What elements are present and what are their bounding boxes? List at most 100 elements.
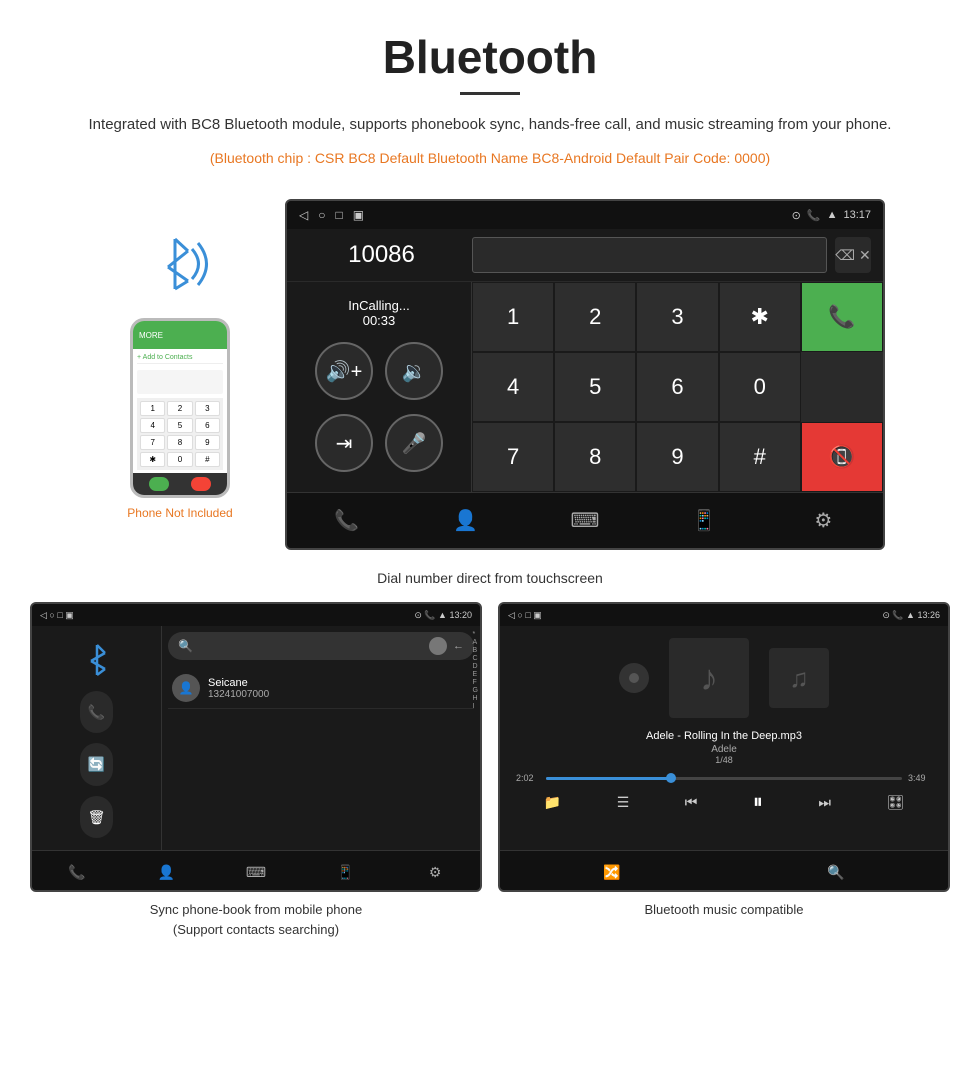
prev-icon[interactable]: ⏮ [685, 794, 698, 811]
pb-delete-icon[interactable]: 🗑 [80, 796, 114, 839]
folder-icon[interactable]: 📁 [544, 794, 561, 811]
phonebook-content: 📞 🔄 🗑 🔍 [32, 626, 480, 850]
location-icon: ⊙ [792, 209, 801, 222]
music-status-right: ⊙ 📞 ▲ 13:26 [882, 610, 940, 621]
key-hash[interactable]: # [719, 422, 801, 492]
album-art-main: ♪ [669, 638, 749, 718]
progress-dot [666, 773, 676, 783]
transfer-button[interactable]: ⇥ [315, 414, 373, 472]
phonebook-sidebar: 📞 🔄 🗑 [32, 626, 162, 850]
pb-status-right: ⊙ 📞 ▲ 13:20 [414, 610, 472, 621]
pb-back-icon: ← [453, 640, 464, 652]
key-3[interactable]: 3 [636, 282, 718, 352]
end-call-icon: 📵 [828, 444, 855, 470]
bluetooth-icon [150, 229, 210, 308]
phone-bottom-bar [133, 473, 227, 495]
call-timer: 00:33 [348, 313, 409, 328]
pb-contact-avatar: 👤 [172, 674, 200, 702]
pb-search-bar[interactable]: 🔍 ← [168, 632, 474, 660]
nav-keypad[interactable]: ⌨ [565, 501, 605, 541]
android-dial-screen: ◁ ○ □ ▣ ⊙ 📞 ▲ 13:17 10086 ⌫ ✕ [285, 199, 885, 550]
equalizer-icon[interactable]: 🎛 [886, 794, 904, 811]
key-5[interactable]: 5 [554, 352, 636, 422]
call-green-icon: 📞 [828, 304, 855, 330]
key-1[interactable]: 1 [472, 282, 554, 352]
nav-contacts[interactable]: 👤 [446, 501, 486, 541]
key-8[interactable]: 8 [554, 422, 636, 492]
page-title: Bluetooth [0, 0, 980, 92]
transfer-icon: ⇥ [336, 431, 353, 456]
bottom-screens: ◁ ○ □ ▣ ⊙ 📞 ▲ 13:20 [0, 602, 980, 967]
mute-button[interactable]: 🎤 [385, 414, 443, 472]
music-bottom-nav: 🔀 🔍 [500, 850, 948, 892]
music-bottom-controls: 📁 ☰ ⏮ ⏸ ⏭ 🎛 [516, 791, 932, 814]
music-content: ♪ ♫ Adele - Rolling In the Deep.mp3 Adel… [500, 626, 948, 850]
phonebook-caption: Sync phone-book from mobile phone (Suppo… [30, 892, 482, 947]
music-track-info: Adele - Rolling In the Deep.mp3 Adele 1/… [646, 730, 802, 765]
pb-call-icon[interactable]: 📞 [80, 691, 113, 734]
nav-calls[interactable]: 📞 [327, 501, 367, 541]
track-artist: Adele [646, 744, 802, 755]
back-icon: ◁ [299, 208, 308, 222]
music-note-icon-2: ♫ [789, 663, 809, 694]
next-icon[interactable]: ⏭ [818, 794, 831, 811]
pb-nav-calls[interactable]: 📞 [62, 858, 92, 888]
pb-sync-icon[interactable]: 🔄 [80, 743, 113, 786]
pb-contact-row[interactable]: 👤 Seicane 13241007000 [168, 668, 474, 709]
dial-top-row: 10086 ⌫ ✕ [287, 229, 883, 282]
progress-bar-wrap: 2:02 3:49 [516, 773, 932, 783]
key-6[interactable]: 6 [636, 352, 718, 422]
mic-icon: 🎤 [402, 431, 427, 456]
play-pause-button[interactable]: ⏸ [753, 791, 763, 814]
time-total: 3:49 [908, 773, 932, 783]
phonebook-screen-wrap: ◁ ○ □ ▣ ⊙ 📞 ▲ 13:20 [30, 602, 482, 947]
backspace-button[interactable]: ⌫ ✕ [835, 237, 871, 273]
key-star[interactable]: ✱ [719, 282, 801, 352]
playlist-icon[interactable]: ☰ [617, 794, 630, 811]
music-screen-wrap: ◁ ○ □ ▣ ⊙ 📞 ▲ 13:26 ♪ ♫ [498, 602, 950, 947]
dial-number: 10086 [299, 241, 464, 269]
subtitle-text: Integrated with BC8 Bluetooth module, su… [0, 113, 980, 147]
call-label: InCalling... [348, 298, 409, 313]
phone-screen-top: MORE [133, 321, 227, 349]
music-statusbar: ◁ ○ □ ▣ ⊙ 📞 ▲ 13:26 [500, 604, 948, 626]
progress-fill [546, 777, 671, 780]
clock: 13:17 [843, 209, 871, 221]
key-9[interactable]: 9 [636, 422, 718, 492]
pb-nav-icons: ◁ ○ □ ▣ [40, 610, 74, 621]
nav-voicemail[interactable]: 📱 [684, 501, 724, 541]
call-button[interactable]: 📞 [801, 282, 883, 352]
pb-nav-contacts[interactable]: 👤 [151, 858, 181, 888]
key-4[interactable]: 4 [472, 352, 554, 422]
volume-up-button[interactable]: 🔊+ [315, 342, 373, 400]
dial-input-field[interactable] [472, 237, 827, 273]
volume-down-button[interactable]: 🔉 [385, 342, 443, 400]
key-0[interactable]: 0 [719, 352, 801, 422]
pb-search-area: 🔍 ← 👤 Seicane 13241007000 [162, 626, 480, 709]
key-7[interactable]: 7 [472, 422, 554, 492]
track-name: Adele - Rolling In the Deep.mp3 [646, 730, 802, 742]
dial-section: MORE + Add to Contacts 123 456 789 ✱0# P… [0, 189, 980, 560]
orange-note: (Bluetooth chip : CSR BC8 Default Blueto… [0, 147, 980, 189]
album-art-secondary: ♫ [769, 648, 829, 708]
music-nav-1[interactable]: 🔀 [597, 858, 627, 888]
android-statusbar: ◁ ○ □ ▣ ⊙ 📞 ▲ 13:17 [287, 201, 883, 229]
progress-bar[interactable] [546, 777, 902, 780]
key-2[interactable]: 2 [554, 282, 636, 352]
nav-settings[interactable]: ⚙ [803, 501, 843, 541]
pb-nav-transfer[interactable]: 📱 [331, 858, 361, 888]
music-nav-2[interactable]: 🔍 [821, 858, 851, 888]
call-info: InCalling... 00:33 [348, 298, 409, 328]
track-count: 1/48 [646, 755, 802, 765]
call-icon: 📞 [807, 209, 821, 222]
statusbar-right-icons: ⊙ 📞 ▲ 13:17 [792, 209, 871, 222]
pb-nav-settings[interactable]: ⚙ [420, 858, 450, 888]
backspace-icon: ⌫ ✕ [835, 247, 870, 264]
contact-phone: 13241007000 [208, 689, 269, 700]
volume-up-icon: 🔊+ [326, 359, 363, 384]
dial-caption: Dial number direct from touchscreen [0, 560, 980, 602]
pb-nav-keypad[interactable]: ⌨ [241, 858, 271, 888]
end-call-button[interactable]: 📵 [801, 422, 883, 492]
phonebook-screen: ◁ ○ □ ▣ ⊙ 📞 ▲ 13:20 [30, 602, 482, 892]
dial-left-panel: InCalling... 00:33 🔊+ 🔉 ⇥ � [287, 282, 472, 492]
